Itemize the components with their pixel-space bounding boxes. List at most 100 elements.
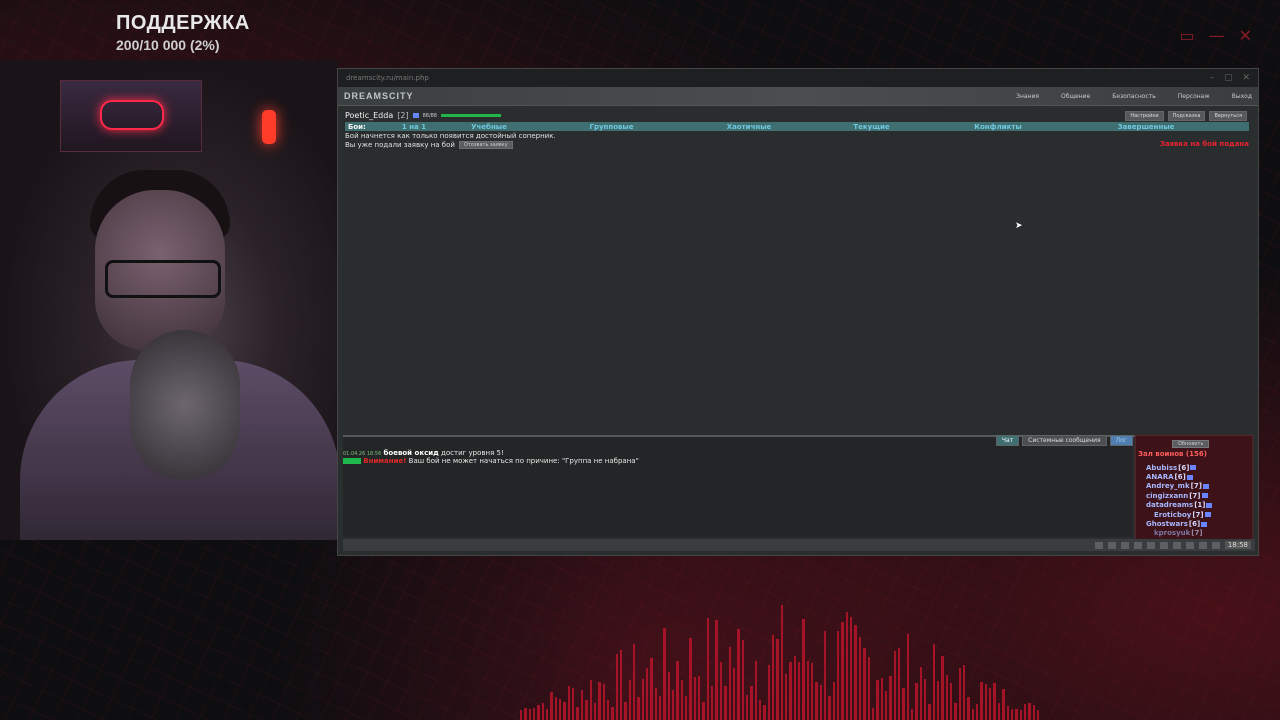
tab-finished[interactable]: Завершенные [1072,123,1220,131]
tab-group[interactable]: Групповые [544,123,679,131]
visualizer-bar [689,637,692,720]
hint-button[interactable]: Подсказка [1167,111,1206,121]
toolbar-icon[interactable] [1120,541,1129,549]
menu-item-character[interactable]: Персонаж [1178,93,1210,100]
visualizer-bar [598,682,601,720]
application-submitted-link[interactable]: Заявка на бой подана [1160,140,1249,148]
player-level: [6] [1174,473,1186,482]
menu-item-security[interactable]: Безопасность [1112,93,1156,100]
visualizer-bar [728,646,731,720]
player-name[interactable]: kprosyuk [1154,529,1190,537]
list-item[interactable]: ANARA [6] [1146,472,1212,481]
chat-text: Ваш бой не может начаться по причине: "Г… [408,457,639,465]
player-level: [7] [1190,482,1202,491]
toolbar-icon[interactable] [1159,541,1168,549]
visualizer-bar [989,687,992,720]
visualizer-bar [546,708,549,720]
visualizer-bar [845,611,849,720]
minimize-icon: — [1208,26,1225,45]
visualizer-bar [928,703,931,720]
visualizer-bar [954,703,957,720]
toolbar-icon[interactable] [1094,541,1103,549]
player-level: [1] [1194,501,1206,510]
visualizer-bar [910,709,914,720]
list-item[interactable]: Ghostwars [6] [1146,519,1212,528]
visualizer-bar [776,638,779,720]
visualizer-bar [602,684,605,720]
visualizer-bar [533,707,536,720]
menu-item-knowledge[interactable]: Знания [1016,93,1039,100]
tab-conflicts[interactable]: Конфликты [924,123,1072,131]
visualizer-bar [854,624,857,720]
tab-one-on-one[interactable]: 1 на 1 [394,123,434,131]
tab-chaotic[interactable]: Хаотичные [679,123,819,131]
chat-player-name[interactable]: боевой оксид [384,449,439,457]
visualizer-bar [663,627,666,720]
application-status: Вы уже подали заявку на бой Отозвать зая… [345,141,513,149]
visualizer-bar [798,662,801,720]
player-name[interactable]: Abubiss [1146,464,1177,472]
toolbar-icon[interactable] [1133,541,1142,549]
chat-messages: 01.04.26 18:56 боевой оксид достиг уровн… [343,449,639,465]
visualizer-bar [559,699,562,720]
list-item[interactable]: Andrey_mk [7] [1146,482,1212,491]
close-icon[interactable]: ✕ [1242,73,1250,83]
visualizer-bar [889,675,892,720]
flag-icon [1190,465,1197,471]
visualizer-bar [828,696,831,720]
webcam-person-glasses [105,260,221,298]
players-panel: Обновить Зал воинов (156) Abubiss [6] ANA… [1135,435,1253,541]
tab-chat[interactable]: Чат [995,435,1020,446]
list-item[interactable]: kprosyuk [7] [1146,529,1212,538]
tab-log[interactable]: Лог [1109,435,1133,446]
return-button[interactable]: Вернуться [1209,111,1247,121]
player-name[interactable]: Andrey_mk [1146,482,1190,490]
toolbar-icon[interactable] [1185,541,1194,549]
toolbar-icon[interactable] [1146,541,1155,549]
tab-training[interactable]: Учебные [434,123,544,131]
webcam-feed [0,60,338,540]
player-name[interactable]: Ghostwars [1146,520,1188,528]
tab-current[interactable]: Текущие [819,123,924,131]
toolbar-icon[interactable] [1172,541,1181,549]
chat-text: достиг уровня 5! [441,449,504,457]
visualizer-bar [654,687,657,720]
minimize-icon[interactable]: – [1209,73,1214,83]
visualizer-bar [1015,708,1018,720]
player-name[interactable]: cingizxann [1146,492,1188,500]
cancel-application-button[interactable]: Отозвать заявку [458,141,513,149]
player-name[interactable]: Eroticboy [1154,511,1191,519]
menu-item-exit[interactable]: Выход [1232,93,1252,100]
visualizer-bar [624,702,627,720]
visualizer-bar [880,677,883,720]
game-logo[interactable]: DREAMSCITY [344,91,414,101]
list-item[interactable]: Eroticboy [7] [1146,510,1212,519]
settings-button[interactable]: Настройки [1125,111,1164,121]
list-item[interactable]: Abubiss [6] [1146,463,1212,472]
list-item[interactable]: cingizxann [7] [1146,491,1212,500]
visualizer-bar [902,688,905,720]
toolbar-icon[interactable] [1211,541,1220,549]
webcam-lamp [262,110,276,144]
visualizer-bar [919,666,922,720]
toolbar-icon[interactable] [1198,541,1207,549]
bottom-toolbar: 18:58 [343,539,1255,551]
player-name[interactable]: ANARA [1146,473,1174,481]
player-name[interactable]: datadreams [1146,501,1193,509]
game-window: dreamscity.ru/main.php – ▢ ✕ DREAMSCITY … [337,68,1259,556]
visualizer-bar [858,636,862,720]
audio-visualizer [520,590,1040,720]
visualizer-bar [923,678,927,720]
list-item[interactable]: datadreams [1] [1146,501,1213,510]
character-name[interactable]: Poetic_Edda [345,111,393,120]
visualizer-bar [819,684,823,720]
maximize-icon[interactable]: ▢ [1224,73,1233,83]
chat-warning-label: Внимание! [363,457,407,465]
menu-item-communication[interactable]: Общение [1061,93,1090,100]
tab-system-messages[interactable]: Системные сообщения [1022,435,1107,446]
player-level: [6] [1188,520,1201,529]
browser-url[interactable]: dreamscity.ru/main.php [346,74,429,82]
toolbar-icon[interactable] [1107,541,1116,549]
refresh-button[interactable]: Обновить [1172,440,1210,448]
visualizer-bar [893,651,896,720]
